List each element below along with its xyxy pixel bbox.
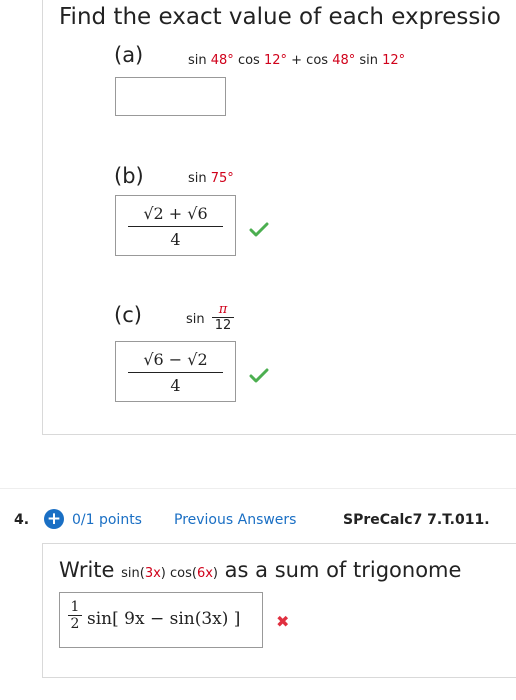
- part-c-answer-fraction: √6 − √2 4: [128, 348, 223, 395]
- part-b-denominator: 4: [128, 226, 223, 249]
- part-a-expression: sin 48° cos 12° + cos 48° sin 12°: [188, 53, 406, 68]
- part-c-denominator: 4: [128, 372, 223, 395]
- question-4-prompt: Write sin(3x) cos(6x) as a sum of trigon…: [59, 558, 462, 582]
- points-link[interactable]: 0/1 points: [72, 512, 142, 528]
- x-icon: ✖: [276, 612, 290, 631]
- question-4-answer-field[interactable]: 1 2 sin[ 9x − sin(3x) ]: [59, 592, 263, 648]
- previous-answers-link[interactable]: Previous Answers: [174, 512, 296, 528]
- question-4-number: 4.: [14, 512, 30, 528]
- part-b-expression: sin 75°: [188, 171, 234, 186]
- part-b-label: (b): [114, 164, 144, 188]
- check-icon: [249, 368, 269, 383]
- coefficient-fraction: 1 2: [68, 599, 82, 632]
- part-a-answer-input[interactable]: [115, 77, 226, 116]
- plus-circle-icon[interactable]: +: [44, 509, 64, 529]
- question-code: SPreCalc7 7.T.011.: [343, 512, 490, 528]
- part-a-label: (a): [114, 43, 144, 67]
- part-c-answer-field[interactable]: √6 − √2 4: [115, 341, 236, 402]
- part-b-numerator: √2 + √6: [143, 204, 208, 223]
- divider: [0, 488, 516, 489]
- part-b-answer-fraction: √2 + √6 4: [128, 202, 223, 249]
- part-c-label: (c): [114, 303, 142, 327]
- check-icon: [249, 222, 269, 237]
- question-4-answer-text: sin[ 9x − sin(3x) ]: [87, 609, 241, 629]
- part-c-numerator: √6 − √2: [143, 350, 208, 369]
- part-b-answer-field[interactable]: √2 + √6 4: [115, 195, 236, 256]
- question-3-heading: Find the exact value of each expressio: [59, 4, 501, 30]
